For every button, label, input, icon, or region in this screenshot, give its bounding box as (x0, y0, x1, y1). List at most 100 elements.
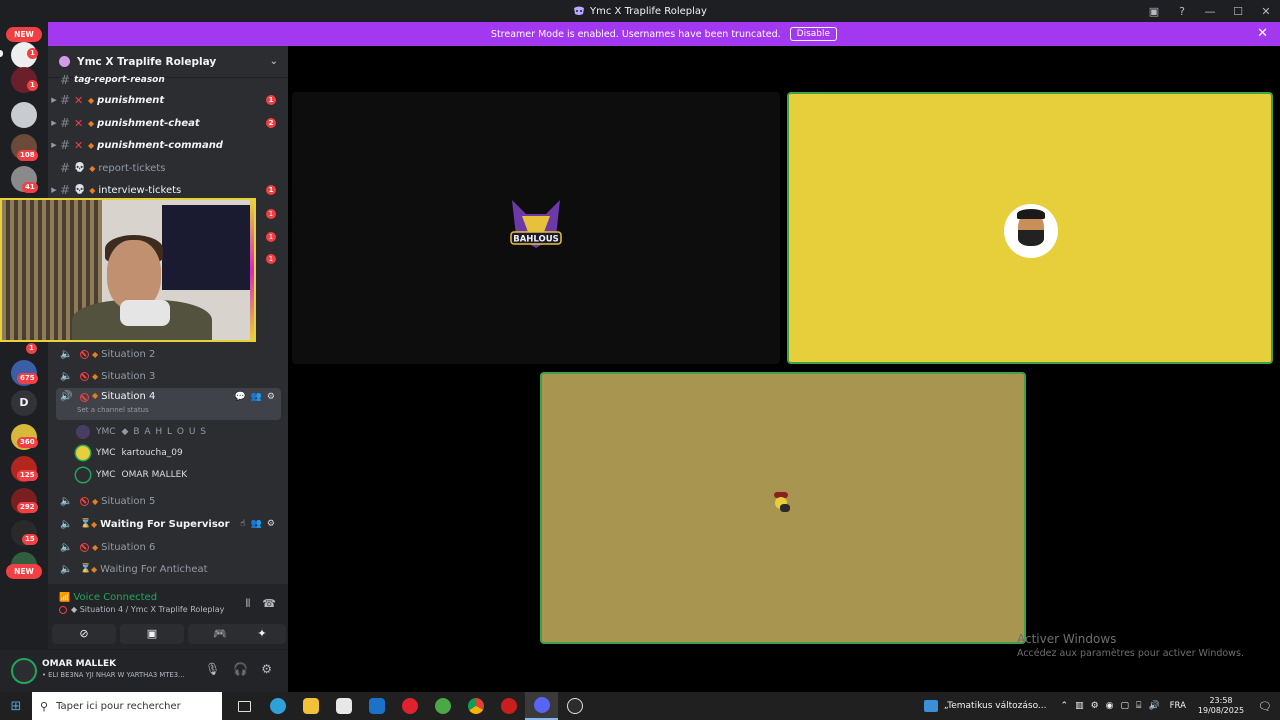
watermark-subtitle: Accédez aux paramètres pour activer Wind… (1017, 648, 1244, 659)
voice-member[interactable]: YMC OMAR MALLEK (76, 465, 187, 485)
discord-taskbar-icon[interactable] (525, 692, 558, 720)
voice-channel-label: Waiting For Anticheat (100, 563, 208, 575)
voice-channel-item-active[interactable]: 🔊 ◆ Situation 4 Set a channel status 💬 👥 ⚙ (56, 388, 281, 420)
server-badge: 675 (17, 373, 38, 384)
tray-app-icon[interactable]: ⚙ (1091, 701, 1099, 711)
disable-streamer-mode-button[interactable]: Disable (789, 27, 838, 41)
diamond-icon: ◆ (88, 118, 95, 128)
video-tile-olive[interactable] (540, 372, 1026, 644)
tray-app-icon[interactable]: ▢ (1121, 701, 1130, 711)
voice-channel-label: Situation 4 (101, 391, 156, 402)
video-tile-yellow[interactable] (787, 92, 1273, 364)
help-icon[interactable]: ? (1168, 5, 1196, 18)
taskbar-search[interactable]: ⚲ Taper ici pour rechercher (32, 692, 222, 720)
close-window-button[interactable]: ✕ (1252, 5, 1280, 18)
channel-item[interactable]: ▶ # 💀 ◆ interview-tickets 1 (48, 180, 288, 200)
custom-status: • ELI BE3NA YJI NHAR W YARTHA3 MTE3... (42, 671, 185, 679)
channel-label: tag-report-reason (74, 75, 165, 85)
clock-date: 19/08/2025 (1197, 706, 1245, 715)
utorrent-icon[interactable] (426, 692, 459, 720)
task-view-icon[interactable] (228, 692, 261, 720)
headphones-icon[interactable]: 🎧 (233, 662, 248, 676)
close-banner-icon[interactable]: ✕ (1257, 26, 1268, 41)
username[interactable]: OMAR MALLEK (42, 659, 116, 669)
voice-member[interactable]: YMC kartoucha_09 (76, 443, 183, 463)
voice-channel-label: Situation 6 (101, 541, 156, 553)
bahlous-avatar: BAHLOUS (510, 200, 562, 248)
soundboard-button[interactable]: ✦ (238, 624, 286, 644)
chevron-down-icon[interactable]: ⌄ (270, 56, 278, 67)
video-tile-bahlous[interactable]: BAHLOUS (292, 92, 780, 364)
invite-icon[interactable]: 👥 (251, 519, 262, 529)
channel-item[interactable]: ▶ # ✕ ◆ punishment-cheat 2 (48, 113, 288, 133)
maximize-button[interactable]: ☐ (1224, 5, 1252, 18)
outlook-icon[interactable] (360, 692, 393, 720)
network-icon[interactable]: ⌸ (1136, 701, 1141, 711)
text-channel-icon: # (60, 161, 71, 175)
voice-channel-item[interactable]: 🔈 ⌛ ◆ Waiting For Anticheat (56, 559, 281, 579)
game-app-icon[interactable] (492, 692, 525, 720)
diamond-icon: ◆ (92, 542, 99, 552)
invite-icon[interactable]: 👥 (251, 392, 262, 402)
diamond-icon: ◆ (91, 564, 98, 574)
news-icon (923, 700, 938, 712)
voice-channel-label: Situation 5 (101, 495, 156, 507)
toggle-camera-button[interactable]: ⊘ (52, 624, 116, 644)
voice-channel-item[interactable]: 🔈 ⌛ ◆ Waiting For Supervisor ☝ 👥 ⚙ (56, 514, 281, 534)
voice-channel-item[interactable]: 🔈 ◆ Situation 5 (56, 491, 281, 511)
new-unreads-pill-top[interactable]: NEW (6, 27, 42, 42)
voice-channel-item[interactable]: 🔈 ◆ Situation 6 (56, 537, 281, 557)
volume-icon[interactable]: 🔊 (1148, 701, 1159, 711)
server-badge: 292 (17, 502, 38, 513)
voice-channel-item[interactable]: 🔈 ◆ Situation 2 (56, 344, 281, 364)
store-icon[interactable] (327, 692, 360, 720)
minimize-button[interactable]: — (1196, 5, 1224, 18)
screen-share-button[interactable]: ▣ (120, 624, 184, 644)
noise-suppression-icon[interactable]: ⦀ (245, 597, 250, 611)
user-avatar[interactable] (11, 658, 37, 684)
voice-member[interactable]: YMC ◆ B A H L O U S (76, 422, 207, 442)
signal-icon: 📶 (59, 593, 71, 603)
edge-icon[interactable] (261, 692, 294, 720)
disconnect-icon[interactable]: ☎ (262, 597, 276, 611)
member-tag: YMC (96, 427, 116, 437)
file-explorer-icon[interactable] (294, 692, 327, 720)
chrome-icon[interactable] (459, 692, 492, 720)
channel-item[interactable]: # tag-report-reason (48, 70, 288, 90)
channel-item[interactable]: ▶ # ✕ ◆ punishment 1 (48, 90, 288, 110)
notification-icon[interactable]: 🗨 (1258, 700, 1272, 713)
server-icon[interactable] (11, 102, 37, 128)
chat-icon[interactable]: 💬 (234, 392, 245, 402)
server-letter-icon[interactable]: D (11, 390, 37, 416)
no-entry-icon (80, 393, 89, 402)
recorder-icon[interactable] (558, 692, 591, 720)
channel-item[interactable]: # 💀 ◆ report-tickets (48, 158, 288, 178)
unread-arrow-icon: ▶ (51, 186, 57, 194)
chevron-up-icon[interactable]: ⌃ (1061, 701, 1069, 711)
windows-start-icon[interactable]: ⊞ (0, 699, 32, 714)
tray-app-icon[interactable]: ◉ (1106, 701, 1114, 711)
clock[interactable]: 23:58 19/08/2025 (1198, 696, 1244, 716)
cross-icon: ✕ (74, 93, 84, 107)
new-unreads-pill-bottom[interactable]: NEW (6, 564, 42, 579)
mention-badge: 1 (266, 95, 276, 105)
channel-status-hint[interactable]: Set a channel status (77, 406, 149, 414)
member-tag: YMC (96, 470, 116, 480)
speaker-icon: 🔈 (60, 518, 73, 530)
channel-item[interactable]: ▶ # ✕ ◆ punishment-command (48, 135, 288, 155)
inbox-icon[interactable]: ▣ (1140, 5, 1168, 18)
gear-icon[interactable]: ⚙ (267, 519, 275, 529)
input-language[interactable]: FRA (1170, 701, 1186, 711)
tray-app-icon[interactable]: ▥ (1075, 701, 1084, 711)
voice-channel-item[interactable]: 🔈 ◆ Situation 3 (56, 366, 281, 386)
opera-icon[interactable] (393, 692, 426, 720)
server-name: Ymc X Traplife Roleplay (77, 55, 217, 68)
diamond-icon: ◆ (92, 391, 99, 400)
gear-icon[interactable]: ⚙ (267, 392, 275, 402)
voice-channel-path[interactable]: ◆ Situation 4 / Ymc X Traplife Roleplay (71, 605, 224, 614)
microphone-icon[interactable]: 🎙 (205, 662, 220, 676)
text-channel-icon: # (60, 73, 71, 87)
soundboard-icon: ✦ (257, 627, 267, 640)
news-widget[interactable]: „Tematikus változáso... (923, 700, 1047, 712)
gear-icon[interactable]: ⚙ (261, 662, 272, 676)
